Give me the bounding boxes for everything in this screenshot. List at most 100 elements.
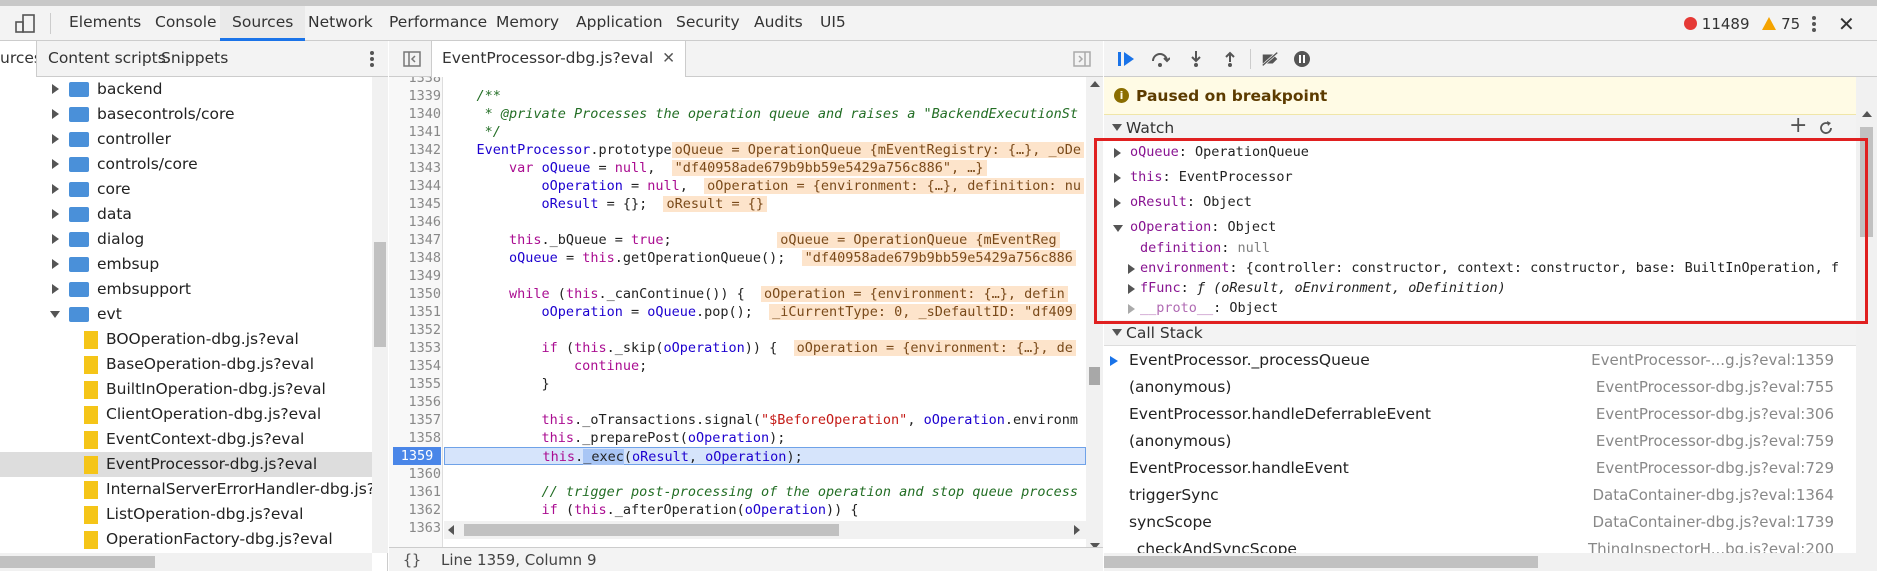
close-tab-icon[interactable]: ✕: [662, 49, 675, 67]
expand-arrow-icon[interactable]: [52, 84, 59, 94]
debugger-horizontal-scrollbar[interactable]: [1104, 553, 1856, 571]
tree-folder-data[interactable]: data: [0, 202, 372, 227]
scroll-right-icon[interactable]: [1074, 525, 1080, 535]
line-number[interactable]: 1348: [389, 249, 441, 267]
deactivate-breakpoints-icon[interactable]: [1260, 50, 1280, 68]
line-number[interactable]: 1342: [389, 141, 441, 159]
pretty-print-icon[interactable]: {}: [403, 548, 421, 572]
line-number-gutter[interactable]: 1338 1339 1340 1341 1342 1343 1344 1345 …: [389, 77, 443, 563]
tree-folder-controls-core[interactable]: controls/core: [0, 152, 372, 177]
tab-page[interactable]: urces: [0, 41, 37, 77]
tab-sources[interactable]: Sources: [220, 6, 306, 41]
collapse-arrow-icon[interactable]: [50, 311, 60, 318]
tree-file-selected[interactable]: EventProcessor-dbg.js?eval: [0, 452, 372, 477]
scroll-up-icon[interactable]: [1862, 111, 1872, 117]
expand-arrow-icon[interactable]: [52, 159, 59, 169]
line-number[interactable]: 1344: [389, 177, 441, 195]
tree-file[interactable]: BaseOperation-dbg.js?eval: [0, 352, 372, 377]
line-number[interactable]: 1346: [389, 213, 441, 231]
step-into-icon[interactable]: [1186, 50, 1206, 68]
expand-arrow-icon[interactable]: [52, 284, 59, 294]
line-number[interactable]: 1352: [389, 321, 441, 339]
tree-folder-dialog[interactable]: dialog: [0, 227, 372, 252]
refresh-watch-icon[interactable]: [1818, 120, 1834, 136]
tree-folder-backend[interactable]: backend: [0, 77, 372, 102]
tree-file[interactable]: BuiltInOperation-dbg.js?eval: [0, 377, 372, 402]
expand-arrow-icon[interactable]: [52, 259, 59, 269]
tree-folder-embsup[interactable]: embsup: [0, 252, 372, 277]
tab-network[interactable]: Network: [296, 6, 385, 41]
tree-folder-basecontrols-core[interactable]: basecontrols/core: [0, 102, 372, 127]
navigator-horizontal-scrollbar[interactable]: [0, 553, 372, 571]
tab-snippets[interactable]: Snippets: [161, 41, 228, 77]
pause-on-exceptions-icon[interactable]: [1292, 50, 1312, 68]
tab-ui5[interactable]: UI5: [808, 6, 858, 41]
step-out-icon[interactable]: [1220, 50, 1240, 68]
expand-arrow-icon[interactable]: [52, 209, 59, 219]
scroll-thumb[interactable]: [464, 524, 839, 536]
scroll-up-icon[interactable]: [1090, 81, 1100, 87]
line-number[interactable]: 1360: [389, 465, 441, 483]
line-number[interactable]: 1361: [389, 483, 441, 501]
scroll-thumb[interactable]: [0, 556, 155, 568]
toggle-debugger-icon[interactable]: [1073, 50, 1091, 68]
line-number[interactable]: 1349: [389, 267, 441, 285]
expand-arrow-icon[interactable]: [52, 234, 59, 244]
step-over-icon[interactable]: [1150, 50, 1170, 68]
call-frame[interactable]: EventProcessor.handleDeferrableEvent Even…: [1104, 401, 1856, 428]
resume-icon[interactable]: [1116, 50, 1136, 68]
collapse-arrow-icon[interactable]: [1112, 124, 1122, 131]
code-area[interactable]: /** * @private Processes the operation q…: [444, 77, 1086, 547]
scroll-thumb[interactable]: [1104, 556, 1538, 568]
line-number[interactable]: 1356: [389, 393, 441, 411]
expand-arrow-icon[interactable]: [52, 134, 59, 144]
line-number[interactable]: 1341: [389, 123, 441, 141]
call-frame[interactable]: (anonymous) EventProcessor-dbg.js?eval:75…: [1104, 428, 1856, 455]
tree-folder-core[interactable]: core: [0, 177, 372, 202]
error-warning-counter[interactable]: 11489 75: [1684, 14, 1800, 34]
device-toolbar-icon[interactable]: [14, 14, 36, 34]
line-number[interactable]: 1345: [389, 195, 441, 213]
line-number[interactable]: 1340: [389, 105, 441, 123]
line-number[interactable]: 1363: [389, 519, 441, 537]
more-options-icon[interactable]: [1808, 14, 1820, 34]
tree-file[interactable]: EventContext-dbg.js?eval: [0, 427, 372, 452]
line-number[interactable]: 1362: [389, 501, 441, 519]
line-number[interactable]: 1357: [389, 411, 441, 429]
tree-file[interactable]: InternalServerErrorHandler-dbg.js?eval: [0, 477, 372, 502]
line-number[interactable]: 1354: [389, 357, 441, 375]
tab-audits[interactable]: Audits: [742, 6, 815, 41]
scroll-thumb[interactable]: [1089, 367, 1100, 385]
call-frame[interactable]: _checkAndSyncScope ThingInspectorH...bg.j…: [1104, 536, 1856, 553]
scroll-thumb[interactable]: [374, 242, 386, 347]
tab-console[interactable]: Console: [143, 6, 229, 41]
tab-memory[interactable]: Memory: [484, 6, 571, 41]
tab-performance[interactable]: Performance: [377, 6, 499, 41]
close-devtools-icon[interactable]: ✕: [1838, 12, 1855, 36]
tab-security[interactable]: Security: [664, 6, 752, 41]
editor-file-tab[interactable]: EventProcessor-dbg.js?eval ✕: [431, 41, 687, 77]
line-number[interactable]: 1338: [389, 77, 441, 87]
tree-file[interactable]: OperationFactory-dbg.js?eval: [0, 527, 372, 552]
line-number[interactable]: 1353: [389, 339, 441, 357]
tab-content-scripts[interactable]: Content scripts: [48, 41, 166, 77]
navigator-more-icon[interactable]: [368, 49, 376, 69]
breakpoint-line-number[interactable]: 1359: [393, 447, 441, 465]
call-frame-current[interactable]: EventProcessor._processQueue EventProcess…: [1104, 347, 1856, 374]
call-frame[interactable]: (anonymous) EventProcessor-dbg.js?eval:75…: [1104, 374, 1856, 401]
line-number[interactable]: 1358: [389, 429, 441, 447]
call-frame[interactable]: triggerSync DataContainer-dbg.js?eval:136…: [1104, 482, 1856, 509]
toggle-navigator-icon[interactable]: [403, 50, 421, 68]
tree-file[interactable]: ClientOperation-dbg.js?eval: [0, 402, 372, 427]
tree-folder-embsupport[interactable]: embsupport: [0, 277, 372, 302]
call-frame[interactable]: syncScope DataContainer-dbg.js?eval:1739: [1104, 509, 1856, 536]
tab-application[interactable]: Application: [564, 6, 675, 41]
call-frame[interactable]: EventProcessor.handleEvent EventProcessor…: [1104, 455, 1856, 482]
line-number[interactable]: 1347: [389, 231, 441, 249]
add-watch-icon[interactable]: +: [1789, 113, 1807, 139]
editor-horizontal-scrollbar[interactable]: [444, 521, 1086, 539]
tree-folder-controller[interactable]: controller: [0, 127, 372, 152]
tree-file[interactable]: BOOperation-dbg.js?eval: [0, 327, 372, 352]
tab-elements[interactable]: Elements: [57, 6, 153, 41]
navigator-vertical-scrollbar[interactable]: [372, 77, 388, 553]
